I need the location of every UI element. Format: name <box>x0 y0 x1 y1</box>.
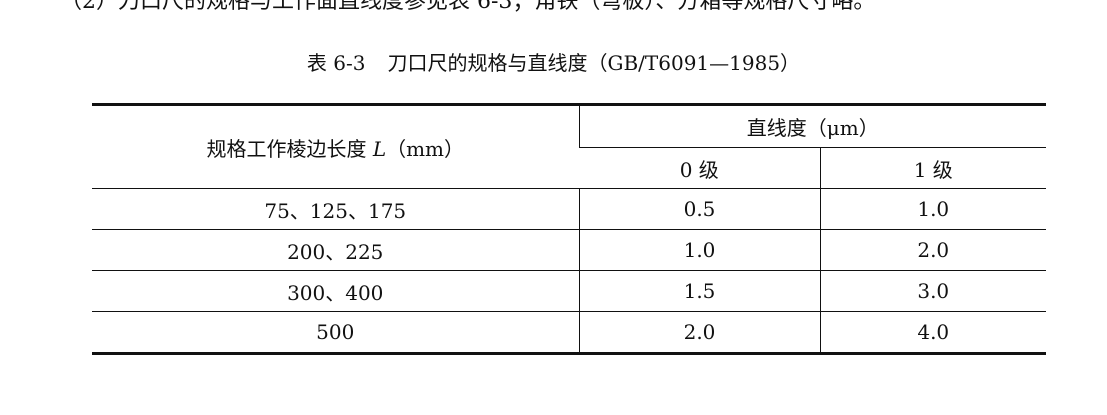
cell-size: 75、125、175 <box>92 188 579 230</box>
table-row: 75、125、175 0.5 1.0 <box>92 188 1046 230</box>
header-size-prefix: 规格工作棱边长度 <box>206 136 373 161</box>
cell-grade-1: 3.0 <box>819 270 1046 312</box>
cell-grade-0: 1.5 <box>578 270 820 312</box>
header-size-unit: （mm） <box>386 136 465 161</box>
table-caption: 表 6-3 刀口尺的规格与直线度（GB/T6091—1985） <box>0 50 1107 76</box>
cell-grade-0: 1.0 <box>578 229 820 271</box>
table-row: 300、400 1.5 3.0 <box>92 270 1046 312</box>
table-caption-number: 表 6-3 <box>306 51 366 75</box>
table-row: 500 2.0 4.0 <box>92 311 1046 355</box>
cell-size: 500 <box>92 311 579 355</box>
spec-table: 规格工作棱边长度 L（mm） 直线度（μm） 0 级 1 级 75、125、17… <box>92 103 1046 355</box>
header-straightness: 直线度（μm） <box>578 103 1046 148</box>
header-grade-1: 1 级 <box>819 147 1046 189</box>
cell-grade-1: 2.0 <box>819 229 1046 271</box>
table-caption-title: 刀口尺的规格与直线度（GB/T6091—1985） <box>387 51 801 75</box>
cell-grade-1: 4.0 <box>819 311 1046 355</box>
table-row: 200、225 1.0 2.0 <box>92 229 1046 271</box>
header-grade-0: 0 级 <box>579 147 820 189</box>
header-size-symbol: L <box>372 136 387 161</box>
cell-size: 200、225 <box>92 229 579 271</box>
cell-grade-0: 2.0 <box>578 311 820 355</box>
table-header-row: 规格工作棱边长度 L（mm） 直线度（μm） <box>92 103 1046 189</box>
spec-table-container: 规格工作棱边长度 L（mm） 直线度（μm） 0 级 1 级 75、125、17… <box>92 103 1046 355</box>
cell-grade-1: 1.0 <box>819 188 1046 230</box>
body-text-line: （2）刀口尺的规格与工作面直线度参见表 6-3；角铁（弯板）、方箱等规格尺寸略。 <box>60 0 876 14</box>
cell-size: 300、400 <box>92 270 579 312</box>
cell-grade-0: 0.5 <box>578 188 820 230</box>
header-size: 规格工作棱边长度 L（mm） <box>92 103 579 189</box>
